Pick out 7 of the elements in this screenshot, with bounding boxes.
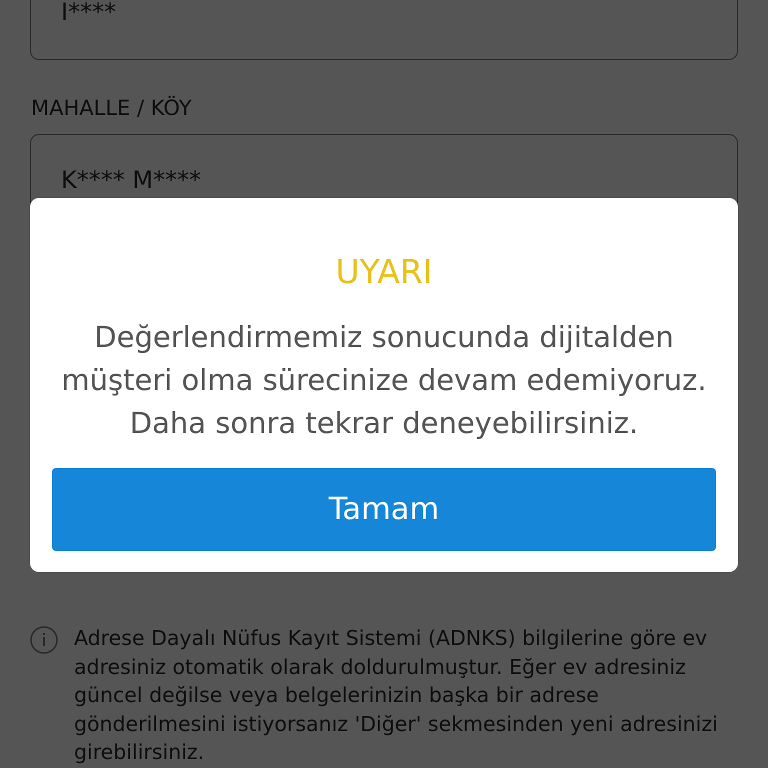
field-label: MAHALLE / KÖY	[31, 96, 193, 120]
input-field[interactable]: I****	[30, 0, 738, 60]
ok-button[interactable]: Tamam	[52, 468, 716, 551]
info-icon	[30, 626, 58, 654]
info-text: Adrese Dayalı Nüfus Kayıt Sistemi (ADNKS) bilgilerine göre ev adresiniz otomatik olarak doldurulmuştur. Eğer ev adresiniz güncel değilse veya belgelerinizin başka bir adrese gönderilmesini istiyorsanız 'Diğer' sekmesinden yeni adresinizi girebilirsiniz.	[74, 625, 719, 766]
dialog-title: UYARI	[336, 252, 432, 292]
dialog-message: Değerlendirmemiz sonucunda dijitalden müşteri olma sürecinize devam edemiyoruz. Daha sonra tekrar deneyebilirsiniz.	[60, 318, 708, 442]
